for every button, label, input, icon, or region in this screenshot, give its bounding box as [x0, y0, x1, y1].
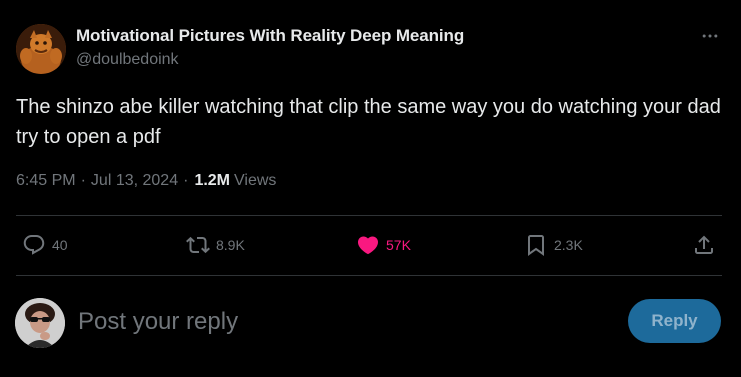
tweet-time[interactable]: 6:45 PM [16, 172, 76, 190]
reply-input[interactable] [78, 305, 598, 339]
action-bar: 40 8.9K 57K 2.3K [0, 228, 741, 262]
tweet-text: The shinzo abe killer watching that clip… [16, 96, 721, 148]
like-button[interactable]: 57K [356, 228, 411, 262]
views-label: Views [234, 172, 277, 189]
author-avatar-image [16, 24, 66, 74]
author-handle[interactable]: @doulbedoink [76, 51, 179, 69]
bookmark-count: 2.3K [554, 237, 583, 253]
share-button[interactable] [692, 228, 716, 262]
heart-icon [357, 236, 379, 255]
meta-separator: · [183, 172, 189, 189]
user-avatar[interactable] [15, 298, 65, 348]
more-options-button[interactable] [696, 22, 724, 50]
tweet-date[interactable]: Jul 13, 2024 [91, 172, 178, 190]
bookmark-button[interactable]: 2.3K [524, 228, 583, 262]
repost-icon [186, 236, 210, 254]
divider [16, 215, 722, 216]
reply-icon [23, 235, 45, 255]
author-name[interactable]: Motivational Pictures With Reality Deep … [76, 26, 464, 46]
views-count[interactable]: 1.2M [194, 172, 230, 190]
bookmark-icon [528, 235, 544, 256]
divider [16, 275, 722, 276]
share-icon [695, 235, 713, 254]
like-count: 57K [386, 237, 411, 253]
reply-submit-button[interactable]: Reply [628, 299, 721, 343]
repost-count: 8.9K [216, 237, 245, 253]
more-icon [702, 34, 718, 38]
tweet-meta: 6:45 PM · Jul 13, 2024 · 1.2M Views [16, 172, 276, 190]
user-avatar-image [15, 298, 65, 348]
author-avatar[interactable] [16, 24, 66, 74]
repost-button[interactable]: 8.9K [186, 228, 245, 262]
reply-button[interactable]: 40 [22, 228, 68, 262]
reply-count: 40 [52, 237, 68, 253]
tweet-card: Motivational Pictures With Reality Deep … [0, 0, 741, 377]
meta-separator: · [80, 172, 86, 189]
